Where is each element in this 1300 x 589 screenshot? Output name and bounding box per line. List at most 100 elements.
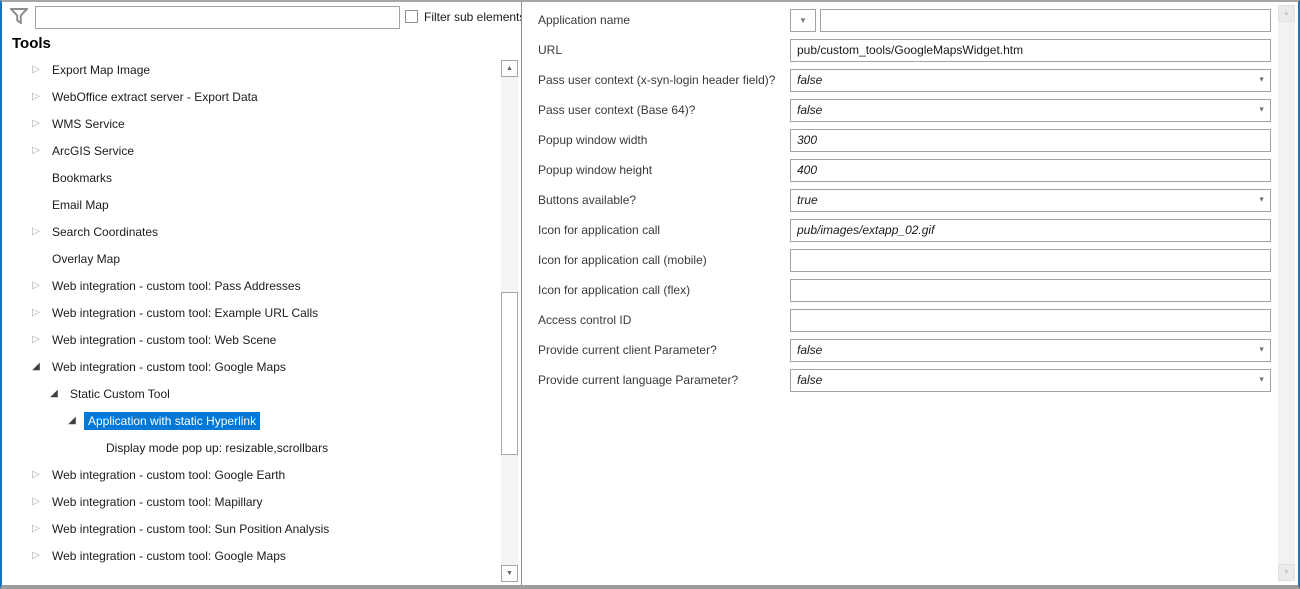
tree-item-label[interactable]: Web integration - custom tool: Web Scene [48,331,280,349]
expand-icon[interactable]: ▷ [28,92,44,102]
field-row-popup-window-width: Popup window width [538,125,1271,155]
application-name-input[interactable] [820,9,1271,32]
scroll-up-icon[interactable]: ▲ [501,60,518,77]
tree-item-web-integration-custom-tool-google-maps[interactable]: ▷ Web integration - custom tool: Google M… [2,542,499,569]
tree-item-email-map[interactable]: Email Map [2,191,499,218]
tree-item-label[interactable]: Application with static Hyperlink [84,412,260,430]
tree-item-label[interactable]: WebOffice extract server - Export Data [48,88,262,106]
field-label: Provide current client Parameter? [538,343,790,357]
pass-user-context-x-syn-login-header-field-select[interactable]: false▼ [790,69,1271,92]
provide-current-language-parameter-select[interactable]: false▼ [790,369,1271,392]
tree-item-weboffice-extract-server-export-data[interactable]: ▷ WebOffice extract server - Export Data [2,83,499,110]
tree-item-wms-service[interactable]: ▷ WMS Service [2,110,499,137]
tree-item-label[interactable]: Search Coordinates [48,223,162,241]
scroll-up-icon[interactable]: ▲ [1278,5,1295,22]
tree-item-label[interactable]: Overlay Map [48,250,124,268]
field-label: URL [538,43,790,57]
tree-item-label[interactable]: Web integration - custom tool: Pass Addr… [48,277,305,295]
expand-icon[interactable]: ▷ [28,65,44,75]
expand-icon[interactable]: ▷ [28,551,44,561]
tool-configuration-window: Filter sub elements Tools ▷Export Map Im… [0,0,1300,589]
scroll-down-icon[interactable]: ▼ [501,565,518,582]
expand-icon[interactable]: ▷ [28,335,44,345]
tree-item-search-coordinates[interactable]: ▷ Search Coordinates [2,218,499,245]
tree-item-bookmarks[interactable]: Bookmarks [2,164,499,191]
tree-item-application-with-static-hyperlink[interactable]: ◢ Application with static Hyperlink [2,407,499,434]
expand-icon[interactable]: ▷ [28,524,44,534]
tree-item-label[interactable]: Bookmarks [48,169,116,187]
field-label: Icon for application call (flex) [538,283,790,297]
tree-item-label[interactable]: Export Map Image [48,61,154,79]
field-label: Icon for application call [538,223,790,237]
tree-item-export-map-image[interactable]: ▷ Export Map Image [2,56,499,83]
tree-item-overlay-map[interactable]: Overlay Map [2,245,499,272]
tree-item-label[interactable]: Web integration - custom tool: Google Ma… [48,547,290,565]
chevron-down-icon: ▼ [1258,377,1265,384]
collapse-icon[interactable]: ◢ [64,416,80,426]
filter-input[interactable] [35,6,400,29]
provide-current-client-parameter-select[interactable]: false▼ [790,339,1271,362]
tree-item-web-integration-custom-tool-pass-addresses[interactable]: ▷ Web integration - custom tool: Pass Add… [2,272,499,299]
field-row-popup-window-height: Popup window height [538,155,1271,185]
tree-item-label[interactable]: Display mode pop up: resizable,scrollbar… [102,439,332,457]
expand-icon[interactable]: ▷ [28,119,44,129]
icon-for-application-call-mobile-input[interactable] [790,249,1271,272]
field-control: false▼ [790,69,1271,92]
tools-tree: ▷ Export Map Image ▷ WebOffice extract serv… [2,56,499,581]
field-control [790,279,1271,302]
buttons-available-select[interactable]: true▼ [790,189,1271,212]
tree-item-web-integration-custom-tool-example-url-calls[interactable]: ▷ Web integration - custom tool: Example … [2,299,499,326]
tree-item-web-integration-custom-tool-sun-position-analysis[interactable]: ▷ Web integration - custom tool: Sun Posi… [2,515,499,542]
tree-item-display-mode-pop-up-resizable-scrollbars[interactable]: Display mode pop up: resizable,scrollbar… [2,434,499,461]
tree-item-label[interactable]: Web integration - custom tool: Example U… [48,304,322,322]
access-control-id-input[interactable] [790,309,1271,332]
field-label: Buttons available? [538,193,790,207]
icon-for-application-call-flex-input[interactable] [790,279,1271,302]
field-control [790,249,1271,272]
chevron-down-icon: ▼ [1258,197,1265,204]
field-row-icon-for-application-call: Icon for application call [538,215,1271,245]
field-label: Pass user context (x-syn-login header fi… [538,73,790,87]
expand-icon[interactable]: ▷ [28,308,44,318]
tree-item-web-integration-custom-tool-google-maps[interactable]: ◢ Web integration - custom tool: Google M… [2,353,499,380]
field-row-pass-user-context-base-64: Pass user context (Base 64)?false▼ [538,95,1271,125]
collapse-icon[interactable]: ◢ [46,389,62,399]
properties-form: Application name▼ URL Pass user context (x… [522,2,1271,395]
expand-icon[interactable]: ▷ [28,470,44,480]
tree-item-web-integration-custom-tool-mapillary[interactable]: ▷ Web integration - custom tool: Mapillar… [2,488,499,515]
properties-scrollbar[interactable]: ▲ ▼ [1278,5,1295,581]
tree-item-label[interactable]: ArcGIS Service [48,142,138,160]
field-label: Popup window width [538,133,790,147]
expand-icon[interactable]: ▷ [28,146,44,156]
tree-item-label[interactable]: Web integration - custom tool: Google Ma… [48,358,290,376]
scrollbar-thumb[interactable] [501,292,518,455]
tree-item-web-integration-custom-tool-google-earth[interactable]: ▷ Web integration - custom tool: Google E… [2,461,499,488]
popup-window-height-input[interactable] [790,159,1271,182]
expand-icon[interactable]: ▷ [28,497,44,507]
select-value: false [797,73,822,87]
tree-item-label[interactable]: Web integration - custom tool: Sun Posit… [48,520,333,538]
url-input[interactable] [790,39,1271,62]
tree-item-label[interactable]: WMS Service [48,115,129,133]
expand-icon[interactable]: ▷ [28,281,44,291]
dropdown-button[interactable]: ▼ [790,9,816,32]
scroll-down-icon[interactable]: ▼ [1278,564,1295,581]
pass-user-context-base-64-select[interactable]: false▼ [790,99,1271,122]
field-row-provide-current-language-parameter: Provide current language Parameter?false… [538,365,1271,395]
collapse-icon[interactable]: ◢ [28,362,44,372]
tree-item-static-custom-tool[interactable]: ◢ Static Custom Tool [2,380,499,407]
filter-sub-elements-checkbox[interactable] [405,10,418,23]
tree-item-web-integration-custom-tool-web-scene[interactable]: ▷ Web integration - custom tool: Web Scen… [2,326,499,353]
tree-item-label[interactable]: Email Map [48,196,113,214]
expand-icon[interactable]: ▷ [28,227,44,237]
tree-scrollbar[interactable]: ▲ ▼ [501,60,518,582]
popup-window-width-input[interactable] [790,129,1271,152]
icon-for-application-call-input[interactable] [790,219,1271,242]
field-label: Access control ID [538,313,790,327]
tree-item-label[interactable]: Web integration - custom tool: Google Ea… [48,466,289,484]
tree-item-label[interactable]: Web integration - custom tool: Mapillary [48,493,267,511]
tree-item-arcgis-service[interactable]: ▷ ArcGIS Service [2,137,499,164]
field-control [790,159,1271,182]
field-row-application-name: Application name▼ [538,5,1271,35]
tree-item-label[interactable]: Static Custom Tool [66,385,174,403]
